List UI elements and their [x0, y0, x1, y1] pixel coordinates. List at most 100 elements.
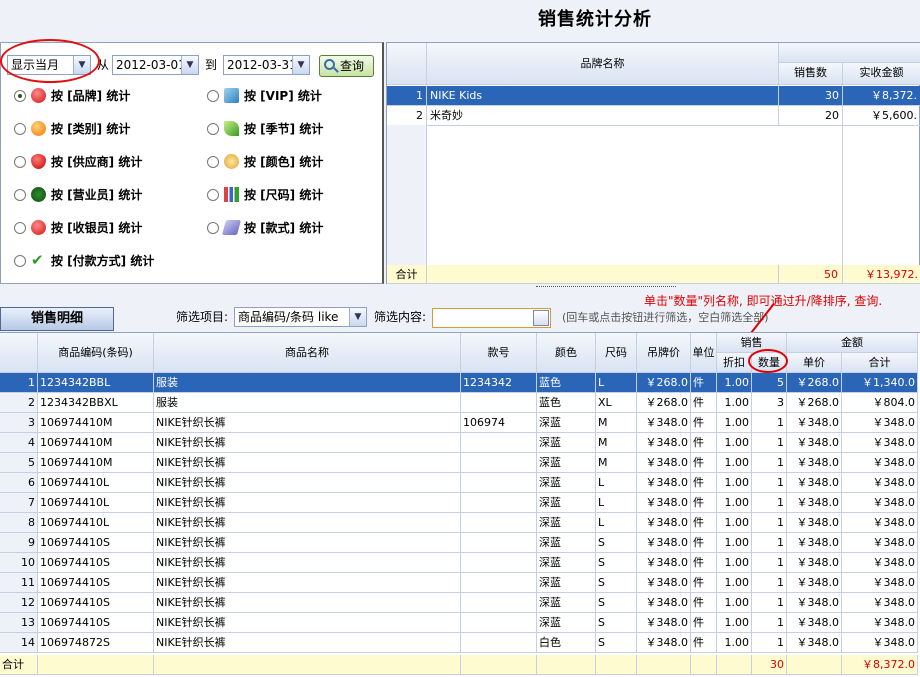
detail-cell-size[interactable]: S — [596, 573, 637, 593]
detail-cell-name[interactable]: NIKE针织长裤 — [154, 513, 461, 533]
detail-cell-tag-price[interactable]: ￥348.0 — [637, 473, 691, 493]
detail-cell-total[interactable]: ￥348.0 — [842, 493, 918, 513]
detail-cell-tag-price[interactable]: ￥348.0 — [637, 453, 691, 473]
detail-cell-qty[interactable]: 1 — [752, 573, 787, 593]
detail-cell-no[interactable]: 4 — [0, 433, 38, 453]
detail-cell-discount[interactable]: 1.00 — [717, 573, 752, 593]
detail-cell-unit-price[interactable]: ￥348.0 — [787, 633, 842, 653]
detail-cell-style[interactable] — [461, 393, 537, 413]
detail-cell-name[interactable]: NIKE针织长裤 — [154, 613, 461, 633]
detail-cell-name[interactable]: NIKE针织长裤 — [154, 593, 461, 613]
detail-cell-no[interactable]: 1 — [0, 373, 38, 393]
sales-count-cell[interactable]: 30 — [779, 86, 843, 106]
detail-cell-unit-price[interactable]: ￥348.0 — [787, 533, 842, 553]
detail-cell-color[interactable]: 深蓝 — [537, 453, 596, 473]
to-date-picker[interactable]: 2012-03-31 ▼ — [223, 55, 310, 75]
filter-item-select[interactable]: 商品编码/条码 like ▼ — [234, 307, 367, 327]
detail-cell-tag-price[interactable]: ￥348.0 — [637, 573, 691, 593]
detail-cell-color[interactable]: 蓝色 — [537, 393, 596, 413]
brand-name-cell[interactable]: 米奇妙 — [427, 106, 779, 126]
detail-cell-tag-price[interactable]: ￥348.0 — [637, 533, 691, 553]
detail-cell-style[interactable] — [461, 553, 537, 573]
unit-price-header[interactable]: 单价 — [787, 353, 842, 373]
detail-cell-size[interactable]: XL — [596, 393, 637, 413]
detail-cell-unit[interactable]: 件 — [691, 513, 717, 533]
detail-cell-style[interactable] — [461, 453, 537, 473]
detail-cell-style[interactable] — [461, 593, 537, 613]
detail-cell-color[interactable]: 深蓝 — [537, 573, 596, 593]
sales-count-header[interactable]: 销售数 — [779, 63, 843, 85]
detail-cell-unit-price[interactable]: ￥268.0 — [787, 393, 842, 413]
splitter-handle[interactable] — [536, 286, 676, 291]
chevron-down-icon[interactable]: ▼ — [292, 56, 309, 74]
detail-cell-total[interactable]: ￥348.0 — [842, 473, 918, 493]
detail-cell-no[interactable]: 13 — [0, 613, 38, 633]
radio-button[interactable] — [207, 90, 219, 102]
sales-count-cell[interactable]: 20 — [779, 106, 843, 126]
detail-cell-code[interactable]: 106974410M — [38, 433, 154, 453]
detail-cell-name[interactable]: NIKE针织长裤 — [154, 473, 461, 493]
detail-cell-tag-price[interactable]: ￥348.0 — [637, 593, 691, 613]
detail-cell-color[interactable]: 深蓝 — [537, 613, 596, 633]
detail-cell-name[interactable]: NIKE针织长裤 — [154, 413, 461, 433]
detail-cell-style[interactable] — [461, 533, 537, 553]
detail-cell-qty[interactable]: 1 — [752, 513, 787, 533]
detail-cell-name[interactable]: NIKE针织长裤 — [154, 573, 461, 593]
amount-group-header[interactable]: 金额 — [787, 333, 918, 353]
detail-cell-unit[interactable]: 件 — [691, 573, 717, 593]
detail-cell-unit[interactable]: 件 — [691, 533, 717, 553]
detail-cell-unit[interactable]: 件 — [691, 593, 717, 613]
detail-cell-unit-price[interactable]: ￥348.0 — [787, 453, 842, 473]
detail-cell-qty[interactable]: 1 — [752, 453, 787, 473]
detail-cell-unit[interactable]: 件 — [691, 373, 717, 393]
radio-button[interactable] — [14, 189, 26, 201]
detail-cell-qty[interactable]: 1 — [752, 613, 787, 633]
detail-cell-code[interactable]: 106974410S — [38, 533, 154, 553]
detail-cell-unit-price[interactable]: ￥268.0 — [787, 373, 842, 393]
detail-cell-qty[interactable]: 1 — [752, 493, 787, 513]
detail-cell-qty[interactable]: 3 — [752, 393, 787, 413]
detail-cell-name[interactable]: NIKE针织长裤 — [154, 433, 461, 453]
detail-cell-tag-price[interactable]: ￥268.0 — [637, 393, 691, 413]
detail-cell-color[interactable]: 深蓝 — [537, 413, 596, 433]
detail-cell-discount[interactable]: 1.00 — [717, 633, 752, 653]
detail-cell-color[interactable]: 深蓝 — [537, 593, 596, 613]
detail-cell-unit[interactable]: 件 — [691, 453, 717, 473]
detail-cell-total[interactable]: ￥348.0 — [842, 553, 918, 573]
detail-cell-code[interactable]: 106974410M — [38, 453, 154, 473]
detail-cell-discount[interactable]: 1.00 — [717, 473, 752, 493]
detail-cell-style[interactable] — [461, 493, 537, 513]
detail-cell-qty[interactable]: 1 — [752, 473, 787, 493]
detail-cell-unit-price[interactable]: ￥348.0 — [787, 433, 842, 453]
detail-cell-style[interactable] — [461, 633, 537, 653]
radio-button[interactable] — [14, 123, 26, 135]
detail-cell-total[interactable]: ￥348.0 — [842, 433, 918, 453]
detail-cell-code[interactable]: 106974410L — [38, 493, 154, 513]
detail-cell-color[interactable]: 深蓝 — [537, 493, 596, 513]
detail-cell-no[interactable]: 7 — [0, 493, 38, 513]
detail-cell-size[interactable]: L — [596, 373, 637, 393]
detail-cell-unit-price[interactable]: ￥348.0 — [787, 493, 842, 513]
size-header[interactable]: 尺码 — [596, 333, 637, 373]
detail-cell-unit[interactable]: 件 — [691, 473, 717, 493]
detail-cell-no[interactable]: 3 — [0, 413, 38, 433]
row-number[interactable]: 1 — [387, 86, 427, 106]
radio-button[interactable] — [207, 222, 219, 234]
detail-cell-style[interactable] — [461, 513, 537, 533]
amount-cell[interactable]: ￥8,372. — [843, 86, 920, 106]
style-header[interactable]: 款号 — [461, 333, 537, 373]
detail-cell-name[interactable]: NIKE针织长裤 — [154, 453, 461, 473]
detail-cell-total[interactable]: ￥348.0 — [842, 413, 918, 433]
detail-cell-tag-price[interactable]: ￥348.0 — [637, 413, 691, 433]
detail-cell-size[interactable]: L — [596, 493, 637, 513]
filter-content-input[interactable] — [432, 308, 551, 328]
brand-name-cell[interactable]: NIKE Kids — [427, 86, 779, 106]
detail-cell-discount[interactable]: 1.00 — [717, 613, 752, 633]
detail-cell-discount[interactable]: 1.00 — [717, 553, 752, 573]
detail-cell-no[interactable]: 2 — [0, 393, 38, 413]
amount-header[interactable]: 实收金额 — [843, 63, 920, 85]
from-date-picker[interactable]: 2012-03-01 ▼ — [112, 55, 199, 75]
detail-cell-total[interactable]: ￥348.0 — [842, 573, 918, 593]
detail-cell-no[interactable]: 10 — [0, 553, 38, 573]
detail-cell-size[interactable]: S — [596, 533, 637, 553]
